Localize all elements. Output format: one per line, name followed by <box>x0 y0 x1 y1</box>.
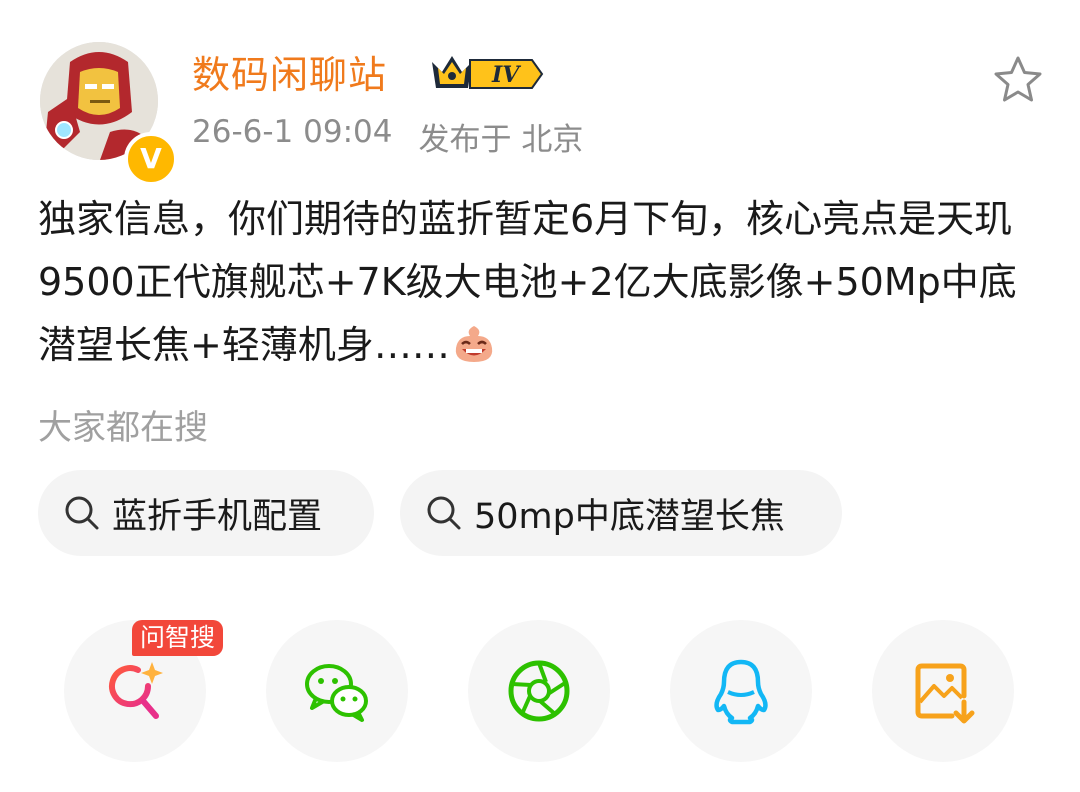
search-chip-1[interactable]: 蓝折手机配置 <box>38 470 374 556</box>
qq-share-button[interactable] <box>670 620 812 762</box>
post-timestamp: 26-6-1 09:04 <box>192 114 393 150</box>
ai-search-tag: 问智搜 <box>132 620 224 656</box>
crown-rank-badge-icon: IV <box>432 56 544 89</box>
username[interactable]: 数码闲聊站 <box>192 44 387 99</box>
post-location: 发布于 北京 <box>418 122 584 158</box>
qq-penguin-icon <box>714 659 768 725</box>
search-chip-2[interactable]: 50mp中底潜望长焦 <box>400 470 842 556</box>
search-icon <box>427 496 461 530</box>
wechat-icon <box>305 664 368 722</box>
post-body: 独家信息，你们期待的蓝折暂定6月下旬，核心亮点是天玑9500正代旗舰芯+7K级大… <box>38 188 1048 377</box>
camera-shutter-icon <box>508 660 570 722</box>
verified-badge: V <box>124 132 178 186</box>
search-heading: 大家都在搜 <box>38 408 208 448</box>
post-meta: 26-6-1 09:04 发布于 北京 <box>192 114 583 159</box>
image-download-icon <box>915 663 975 724</box>
laughing-emoji-icon <box>455 326 493 362</box>
moments-share-button[interactable] <box>468 620 610 762</box>
search-icon <box>65 496 99 530</box>
favorite-star-icon[interactable] <box>992 54 1044 106</box>
wechat-share-button[interactable] <box>266 620 408 762</box>
search-chip-label: 蓝折手机配置 <box>112 496 323 537</box>
post-text: 独家信息，你们期待的蓝折暂定6月下旬，核心亮点是天玑9500正代旗舰芯+7K级大… <box>38 197 1017 367</box>
sparkle-search-icon <box>109 662 163 719</box>
rank-badge-label: IV <box>491 62 521 88</box>
avatar[interactable]: V <box>40 42 178 186</box>
search-chip-label: 50mp中底潜望长焦 <box>474 496 785 537</box>
save-image-button[interactable] <box>872 620 1014 762</box>
